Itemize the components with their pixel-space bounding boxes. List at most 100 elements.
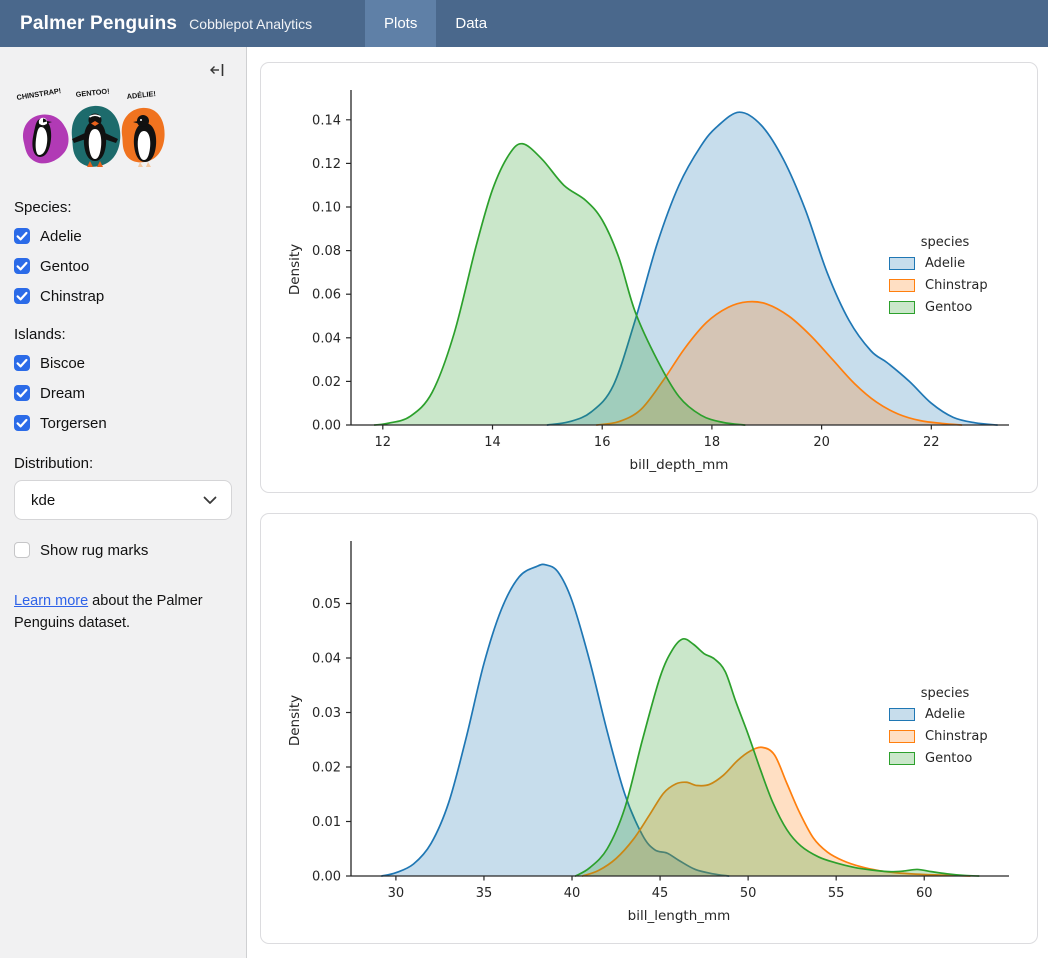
app-subtitle: Cobblepot Analytics — [189, 16, 312, 32]
y-tick-label: 0.02 — [312, 761, 341, 776]
checkbox-species-chinstrap[interactable]: Chinstrap — [14, 286, 232, 306]
legend-label: Chinstrap — [925, 729, 988, 744]
y-tick-label: 0.02 — [312, 375, 341, 390]
checkbox-island-biscoe[interactable]: Biscoe — [14, 353, 232, 373]
legend-entry-chinstrap: Chinstrap — [889, 278, 1038, 293]
x-tick-label: 40 — [564, 886, 581, 901]
y-axis-label: Density — [287, 244, 303, 295]
sidebar-collapse-icon[interactable] — [208, 61, 226, 79]
plot-legend: species Adelie Chinstrap Gentoo — [889, 686, 1038, 773]
y-tick-label: 0.04 — [312, 652, 341, 667]
checked-checkbox-icon[interactable] — [14, 415, 30, 431]
checkbox-label: Adelie — [40, 228, 82, 245]
legend-entry-adelie: Adelie — [889, 256, 1038, 271]
x-tick-label: 45 — [652, 886, 669, 901]
islands-group-label: Islands: — [14, 326, 232, 343]
x-tick-label: 60 — [916, 886, 933, 901]
x-axis-label: bill_depth_mm — [630, 457, 729, 473]
checkbox-label: Gentoo — [40, 258, 89, 275]
x-tick-label: 50 — [740, 886, 757, 901]
checkbox-island-torgersen[interactable]: Torgersen — [14, 413, 232, 433]
chevron-down-icon — [203, 492, 217, 509]
legend-patch — [889, 708, 915, 721]
y-tick-label: 0.01 — [312, 815, 341, 830]
x-tick-label: 55 — [828, 886, 845, 901]
tab-data[interactable]: Data — [436, 0, 506, 47]
unchecked-checkbox-icon[interactable] — [14, 542, 30, 558]
kde-plot-bill-depth: 12 14 16 18 20 22 0.00 0.02 0.04 0.06 0.08 0.10 0.12… — [261, 65, 1037, 485]
distribution-select[interactable]: kde — [14, 480, 232, 520]
x-tick-label: 22 — [923, 435, 940, 450]
checked-checkbox-icon[interactable] — [14, 228, 30, 244]
y-tick-label: 0.06 — [312, 288, 341, 303]
plot-card-bill-length: 30 35 40 45 50 55 60 0.00 0.01 0.02 0.03 0.04 0.05 bi… — [260, 513, 1038, 944]
x-tick-label: 16 — [594, 435, 611, 450]
sidebar: CHINSTRAP! GENTOO! ADÉLIE! Species: Adel… — [0, 47, 247, 958]
x-tick-label: 18 — [704, 435, 721, 450]
x-tick-label: 12 — [375, 435, 392, 450]
y-tick-label: 0.00 — [312, 870, 341, 885]
legend-entry-gentoo: Gentoo — [889, 300, 1038, 315]
checkbox-label: Biscoe — [40, 355, 85, 372]
dataset-note: Learn more about the Palmer Penguins dat… — [14, 590, 226, 634]
artwork-label-chinstrap: CHINSTRAP! — [16, 87, 62, 102]
checkbox-island-dream[interactable]: Dream — [14, 383, 232, 403]
x-tick-label: 14 — [484, 435, 501, 450]
checkbox-label: Chinstrap — [40, 288, 104, 305]
y-tick-label: 0.05 — [312, 597, 341, 612]
species-group-label: Species: — [14, 199, 232, 216]
x-tick-label: 35 — [476, 886, 493, 901]
app-header: Palmer Penguins Cobblepot Analytics Plot… — [0, 0, 1048, 47]
artwork-label-adelie: ADÉLIE! — [126, 89, 156, 101]
checkbox-label: Torgersen — [40, 415, 107, 432]
tab-plots[interactable]: Plots — [365, 0, 436, 47]
checked-checkbox-icon[interactable] — [14, 258, 30, 274]
y-tick-label: 0.04 — [312, 331, 341, 346]
checkbox-label: Dream — [40, 385, 85, 402]
app-title: Palmer Penguins — [20, 13, 177, 35]
checked-checkbox-icon[interactable] — [14, 385, 30, 401]
legend-label: Gentoo — [925, 300, 972, 315]
main-content: 12 14 16 18 20 22 0.00 0.02 0.04 0.06 0.08 0.10 0.12… — [247, 47, 1048, 958]
legend-label: Chinstrap — [925, 278, 988, 293]
checkbox-species-gentoo[interactable]: Gentoo — [14, 256, 232, 276]
learn-more-link[interactable]: Learn more — [14, 593, 88, 609]
y-tick-label: 0.10 — [312, 201, 341, 216]
x-tick-label: 20 — [813, 435, 830, 450]
legend-label: Adelie — [925, 707, 965, 722]
distribution-selected-value: kde — [31, 492, 55, 509]
y-axis-label: Density — [287, 695, 303, 746]
nav-tabs: Plots Data — [365, 0, 506, 47]
checkbox-show-rug-marks[interactable]: Show rug marks — [14, 540, 232, 560]
legend-entry-gentoo: Gentoo — [889, 751, 1038, 766]
legend-patch — [889, 301, 915, 314]
x-tick-label: 30 — [388, 886, 405, 901]
legend-entry-chinstrap: Chinstrap — [889, 729, 1038, 744]
distribution-label: Distribution: — [14, 455, 232, 472]
checked-checkbox-icon[interactable] — [14, 288, 30, 304]
checkbox-species-adelie[interactable]: Adelie — [14, 226, 232, 246]
artwork-label-gentoo: GENTOO! — [75, 87, 110, 99]
y-tick-label: 0.00 — [312, 419, 341, 434]
y-tick-label: 0.03 — [312, 706, 341, 721]
legend-title: species — [889, 235, 1001, 250]
legend-entry-adelie: Adelie — [889, 707, 1038, 722]
legend-patch — [889, 752, 915, 765]
penguins-artwork: CHINSTRAP! GENTOO! ADÉLIE! — [14, 87, 168, 173]
y-tick-label: 0.12 — [312, 157, 341, 172]
legend-patch — [889, 730, 915, 743]
legend-title: species — [889, 686, 1001, 701]
checked-checkbox-icon[interactable] — [14, 355, 30, 371]
app-brand: Palmer Penguins Cobblepot Analytics — [0, 13, 365, 35]
legend-label: Adelie — [925, 256, 965, 271]
legend-patch — [889, 279, 915, 292]
legend-patch — [889, 257, 915, 270]
y-tick-label: 0.14 — [312, 113, 341, 128]
checkbox-label: Show rug marks — [40, 542, 148, 559]
y-tick-label: 0.08 — [312, 244, 341, 259]
kde-plot-bill-length: 30 35 40 45 50 55 60 0.00 0.01 0.02 0.03 0.04 0.05 bi… — [261, 516, 1037, 936]
plot-card-bill-depth: 12 14 16 18 20 22 0.00 0.02 0.04 0.06 0.08 0.10 0.12… — [260, 62, 1038, 493]
legend-label: Gentoo — [925, 751, 972, 766]
plot-legend: species Adelie Chinstrap Gentoo — [889, 235, 1038, 322]
x-axis-label: bill_length_mm — [628, 908, 731, 924]
